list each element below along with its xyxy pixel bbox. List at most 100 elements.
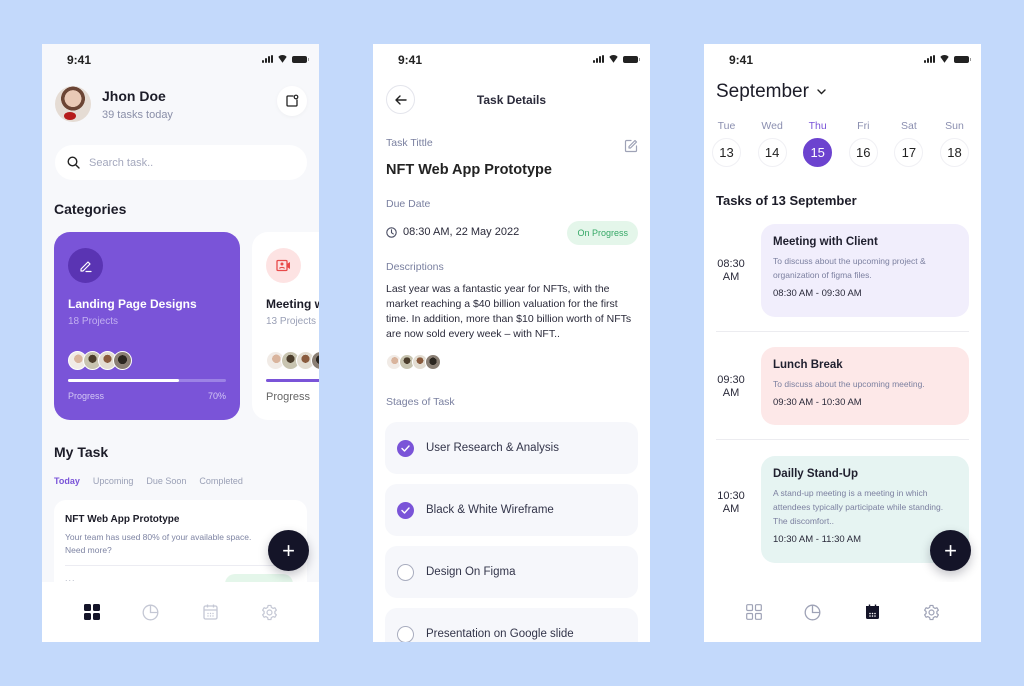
search-bar[interactable] [55,145,307,180]
task-title: NFT Web App Prototype [65,514,180,525]
checkbox-unchecked[interactable] [397,563,414,581]
event-time-range: 10:30 AM - 11:30 AM [773,534,862,545]
month-selector[interactable]: September [716,81,826,103]
progress-label: Progress [266,391,311,403]
due-date-value: 08:30 AM, 22 May 2022 [403,226,520,238]
signal-icon [262,55,273,63]
event-card[interactable]: Lunch Break To discuss about the upcomin… [761,347,969,425]
plus-icon: + [282,537,295,563]
video-call-icon [276,259,290,272]
checkbox-checked[interactable] [397,501,414,519]
stage-label: User Research & Analysis [426,442,559,454]
checkbox-unchecked[interactable] [397,625,414,642]
nav-calendar[interactable] [198,600,222,624]
stage-item[interactable]: Design On Figma [385,546,638,598]
plus-icon: + [944,537,957,563]
wifi-icon [608,55,619,63]
tab-completed[interactable]: Completed [199,476,243,486]
calendar-screen: 9:41 September Tue 13 Wed 14 Thu 15 Fri 16 S… [704,44,981,642]
edit-button[interactable] [624,139,638,158]
category-card[interactable]: Landing Page Designs 18 Projects Progres… [54,232,240,420]
task-description: Last year was a fantastic year for NFTs,… [386,283,632,340]
battery-icon [623,55,640,63]
notification-button[interactable] [277,86,307,116]
tasks-heading: Tasks of 13 September [716,193,857,208]
search-input[interactable] [89,156,269,169]
event-time-range: 09:30 AM - 10:30 AM [773,397,862,408]
day-date: 13 [712,138,741,167]
user-name: Jhon Doe [102,88,166,104]
slot-time: 08:30 [717,258,745,270]
categories-title: Categories [54,201,127,217]
day-name: Sat [900,120,917,132]
signal-icon [924,55,935,63]
category-icon-wrap [68,248,103,283]
category-subtitle: 13 Projects [266,316,317,327]
time-slot: 08:30 AM [704,258,758,284]
check-icon [401,444,410,452]
day-name: Wed [761,120,783,132]
edit-icon [624,139,638,153]
nav-stats[interactable] [139,600,163,624]
day-sun[interactable]: Sun 18 [939,120,969,167]
task-description: Your team has used 80% of your available… [65,532,252,555]
month-label: September [716,81,809,102]
event-card[interactable]: Meeting with Client To discuss about the… [761,224,969,317]
task-tabs: Today Upcoming Due Soon Completed [54,476,243,486]
add-event-button[interactable]: + [930,530,971,571]
slot-period: AM [722,503,740,515]
calendar-icon [202,604,218,620]
category-subtitle: 18 Projects [68,316,119,327]
calendar-icon [865,604,879,619]
nav-settings[interactable] [919,600,943,624]
descriptions-label: Descriptions [386,261,444,273]
add-task-button[interactable]: + [268,530,309,571]
day-name: Tue [717,120,736,132]
stage-label: Design On Figma [426,566,516,578]
bottom-nav [42,582,319,642]
search-icon [67,156,80,169]
nav-dashboard[interactable] [80,600,104,624]
event-description: To discuss about the upcoming meeting. [773,379,925,389]
status-time: 9:41 [398,53,423,67]
category-card[interactable]: Meeting with Client 13 Projects Progress [252,232,319,420]
dashboard-icon [745,604,762,620]
event-description: To discuss about the upcoming project & … [773,256,926,280]
event-title: Meeting with Client [773,236,878,248]
divider [65,565,296,566]
tab-due-soon[interactable]: Due Soon [146,476,186,486]
progress-value: 70% [207,391,226,401]
stage-item[interactable]: Presentation on Google slide [385,608,638,642]
status-bar: 9:41 [373,44,650,76]
week-strip: Tue 13 Wed 14 Thu 15 Fri 16 Sat 17 Sun 18 [712,120,969,167]
nav-calendar[interactable] [860,600,884,624]
day-fri[interactable]: Fri 16 [848,120,878,167]
stage-item[interactable]: Black & White Wireframe [385,484,638,536]
day-date: 14 [757,138,787,167]
member-avatar [113,351,132,370]
status-time: 9:41 [67,53,92,67]
day-name: Fri [857,120,870,132]
day-wed[interactable]: Wed 14 [757,120,787,167]
checkbox-checked[interactable] [397,439,414,457]
day-thu-selected[interactable]: Thu 15 [803,120,833,167]
stages-label: Stages of Task [386,396,455,408]
nav-dashboard[interactable] [742,600,766,624]
slot-period: AM [722,271,740,283]
nav-settings[interactable] [257,600,281,624]
day-date: 17 [894,138,924,167]
day-tue[interactable]: Tue 13 [712,120,741,167]
avatar[interactable] [55,86,91,122]
day-sat[interactable]: Sat 17 [894,120,924,167]
event-title: Lunch Break [773,359,843,371]
bottom-nav [704,582,981,642]
battery-icon [954,55,971,63]
stage-item[interactable]: User Research & Analysis [385,422,638,474]
tab-upcoming[interactable]: Upcoming [93,476,134,486]
nav-stats[interactable] [801,600,825,624]
tab-today[interactable]: Today [54,476,80,486]
stage-label: Black & White Wireframe [426,504,554,516]
signal-icon [593,55,604,63]
time-slot: 09:30 AM [704,374,758,400]
chart-icon [142,604,159,620]
